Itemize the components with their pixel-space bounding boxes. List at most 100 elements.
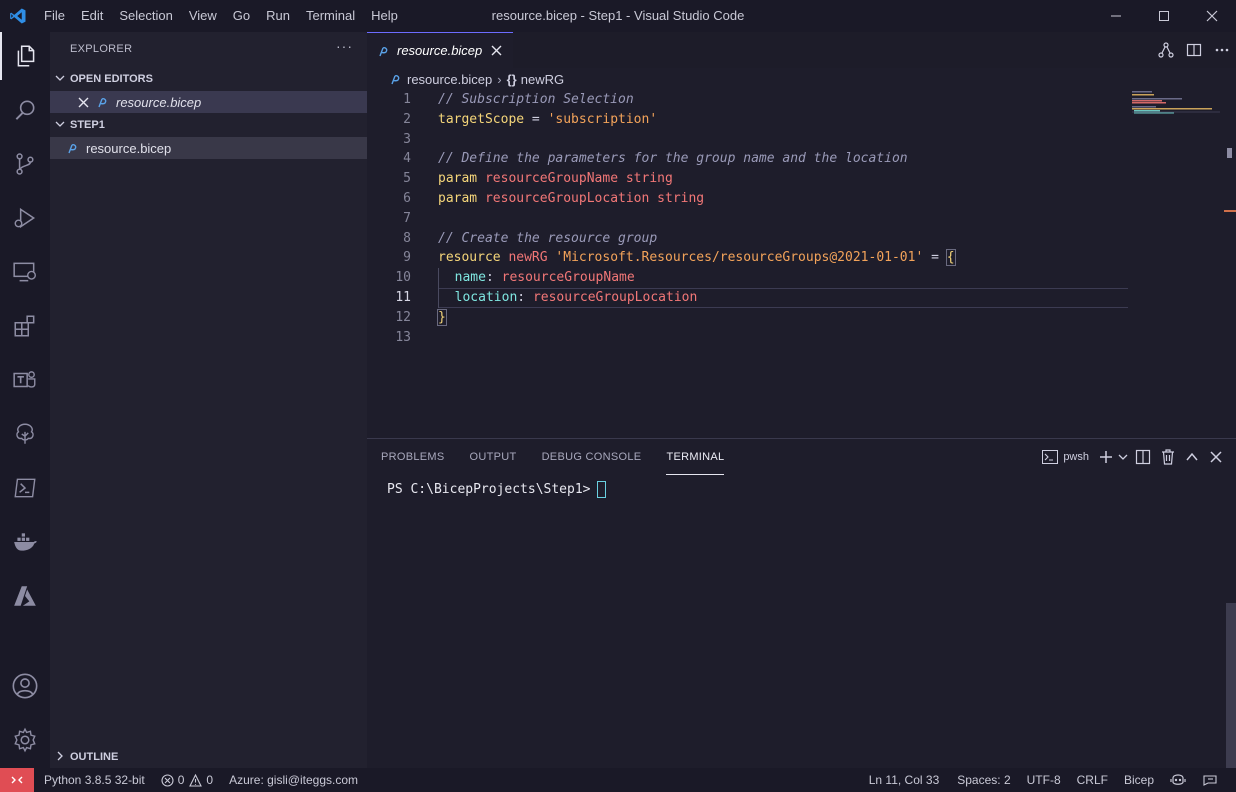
terminal-icon [1042, 450, 1059, 464]
warning-count: 0 [206, 773, 214, 787]
encoding[interactable]: UTF-8 [1019, 768, 1069, 792]
menu-run[interactable]: Run [258, 0, 298, 32]
code-editor[interactable]: 1 2 3 4 5 6 7 8 9 10 11 12 13 // Subscri… [367, 90, 1236, 438]
powershell-icon[interactable] [0, 464, 50, 512]
close-panel-icon[interactable] [1204, 439, 1228, 475]
status-bar: Python 3.8.5 32-bit 0 0 Azure: gisli@ite… [0, 768, 1236, 792]
close-editor-icon[interactable] [78, 97, 96, 108]
code-line-10: name: resourceGroupName [438, 268, 635, 289]
more-actions-icon[interactable] [1208, 32, 1236, 68]
line-number: 4 [403, 151, 411, 167]
code-line-12: } [437, 308, 447, 328]
keyword: targetScope [438, 111, 525, 127]
open-editor-filename: resource.bicep [116, 94, 202, 110]
account-icon[interactable] [0, 662, 50, 710]
tab-debug-console[interactable]: DEBUG CONSOLE [542, 439, 642, 475]
property-value: resourceGroupLocation [532, 290, 698, 305]
docker-icon[interactable] [0, 518, 50, 566]
resource-name: newRG [508, 250, 548, 266]
file-tree-filename: resource.bicep [86, 140, 172, 156]
new-terminal-button[interactable] [1094, 439, 1118, 475]
parameter-name: resourceGroupName [484, 171, 619, 187]
menu-terminal[interactable]: Terminal [298, 0, 363, 32]
extensions-icon[interactable] [0, 302, 50, 350]
maximize-button[interactable] [1140, 0, 1188, 32]
tree-icon[interactable] [0, 410, 50, 458]
minimap[interactable] [1132, 90, 1222, 120]
copilot-icon[interactable] [1162, 768, 1194, 792]
tab-terminal[interactable]: TERMINAL [666, 439, 725, 475]
line-number-current: 11 [395, 290, 411, 305]
code-line-8: // Create the resource group [438, 229, 657, 249]
menu-go[interactable]: Go [225, 0, 258, 32]
minimize-button[interactable] [1092, 0, 1140, 32]
problems-indicator[interactable]: 0 0 [153, 768, 221, 792]
property-value: resourceGroupName [501, 270, 635, 286]
terminal-output[interactable]: PS C:\BicepProjects\Step1> [387, 481, 606, 499]
tab-output[interactable]: OUTPUT [470, 439, 517, 475]
maximize-panel-icon[interactable] [1180, 439, 1204, 475]
close-window-button[interactable] [1188, 0, 1236, 32]
azure-account[interactable]: Azure: gisli@iteggs.com [221, 768, 366, 792]
remote-indicator-icon[interactable] [0, 768, 34, 792]
bracket: { [945, 249, 956, 267]
line-number: 9 [403, 250, 411, 266]
more-actions-button[interactable]: ··· [336, 38, 353, 54]
remote-explorer-icon[interactable] [0, 248, 50, 296]
code-line-11: location: resourceGroupLocation [438, 288, 697, 308]
teams-icon[interactable] [0, 356, 50, 404]
menu-view[interactable]: View [181, 0, 225, 32]
terminal-scrollbar[interactable] [1226, 603, 1236, 769]
comment: // Define the parameters for the group n… [438, 151, 908, 167]
language-mode[interactable]: Bicep [1116, 768, 1162, 792]
type-name: string [657, 191, 705, 206]
visualizer-icon[interactable] [1152, 32, 1180, 68]
run-debug-icon[interactable] [0, 194, 50, 242]
breadcrumb: resource.bicep › {} newRG [367, 68, 1236, 90]
shell-name: pwsh [1063, 451, 1089, 463]
breadcrumb-file[interactable]: resource.bicep [407, 72, 492, 87]
feedback-icon[interactable] [1194, 768, 1226, 792]
indentation[interactable]: Spaces: 2 [947, 768, 1018, 792]
outline-section-header[interactable]: OUTLINE [50, 746, 367, 768]
code-line-5: param resourceGroupName string [438, 169, 673, 189]
breadcrumb-separator: › [497, 71, 502, 87]
cursor-position[interactable]: Ln 11, Col 33 [861, 768, 948, 792]
comment: // Create the resource group [438, 230, 658, 246]
search-icon[interactable] [0, 86, 50, 134]
terminal-dropdown-icon[interactable] [1118, 439, 1130, 475]
python-interpreter[interactable]: Python 3.8.5 32-bit [34, 768, 153, 792]
split-terminal-icon[interactable] [1130, 439, 1156, 475]
line-number: 13 [395, 329, 411, 345]
line-number: 10 [395, 270, 411, 286]
trash-icon[interactable] [1156, 439, 1180, 475]
code-line-6: param resourceGroupLocation string [438, 189, 704, 209]
line-number: 7 [403, 210, 411, 226]
split-editor-icon[interactable] [1180, 32, 1208, 68]
menu-file[interactable]: File [36, 0, 73, 32]
open-editor-item[interactable]: resource.bicep [50, 91, 367, 113]
editor-scrollbar[interactable] [1222, 90, 1236, 438]
chevron-down-icon [50, 119, 70, 132]
azure-icon[interactable] [0, 572, 50, 620]
source-control-icon[interactable] [0, 140, 50, 188]
end-of-line[interactable]: CRLF [1069, 768, 1116, 792]
sidebar-title: EXPLORER [70, 43, 133, 55]
file-tree-item[interactable]: resource.bicep [50, 137, 367, 159]
tab-close-icon[interactable] [491, 45, 502, 56]
tab-problems[interactable]: PROBLEMS [381, 439, 445, 475]
terminal-shell-selector[interactable]: pwsh [1037, 439, 1094, 475]
operator: : [517, 290, 533, 305]
explorer-icon[interactable] [0, 32, 50, 80]
menu-selection[interactable]: Selection [111, 0, 180, 32]
breadcrumb-symbol[interactable]: newRG [521, 72, 564, 87]
settings-gear-icon[interactable] [0, 716, 50, 764]
open-editors-section-header[interactable]: OPEN EDITORS [50, 68, 367, 90]
tab-resource-bicep[interactable]: resource.bicep [367, 32, 513, 68]
chevron-right-icon [50, 751, 70, 764]
code-line-2: targetScope = 'subscription' [438, 110, 657, 130]
menu-edit[interactable]: Edit [73, 0, 111, 32]
folder-section-header[interactable]: STEP1 [50, 114, 367, 136]
menu-help[interactable]: Help [363, 0, 406, 32]
string-literal: 'Microsoft.Resources/resourceGroups@2021… [555, 250, 924, 266]
